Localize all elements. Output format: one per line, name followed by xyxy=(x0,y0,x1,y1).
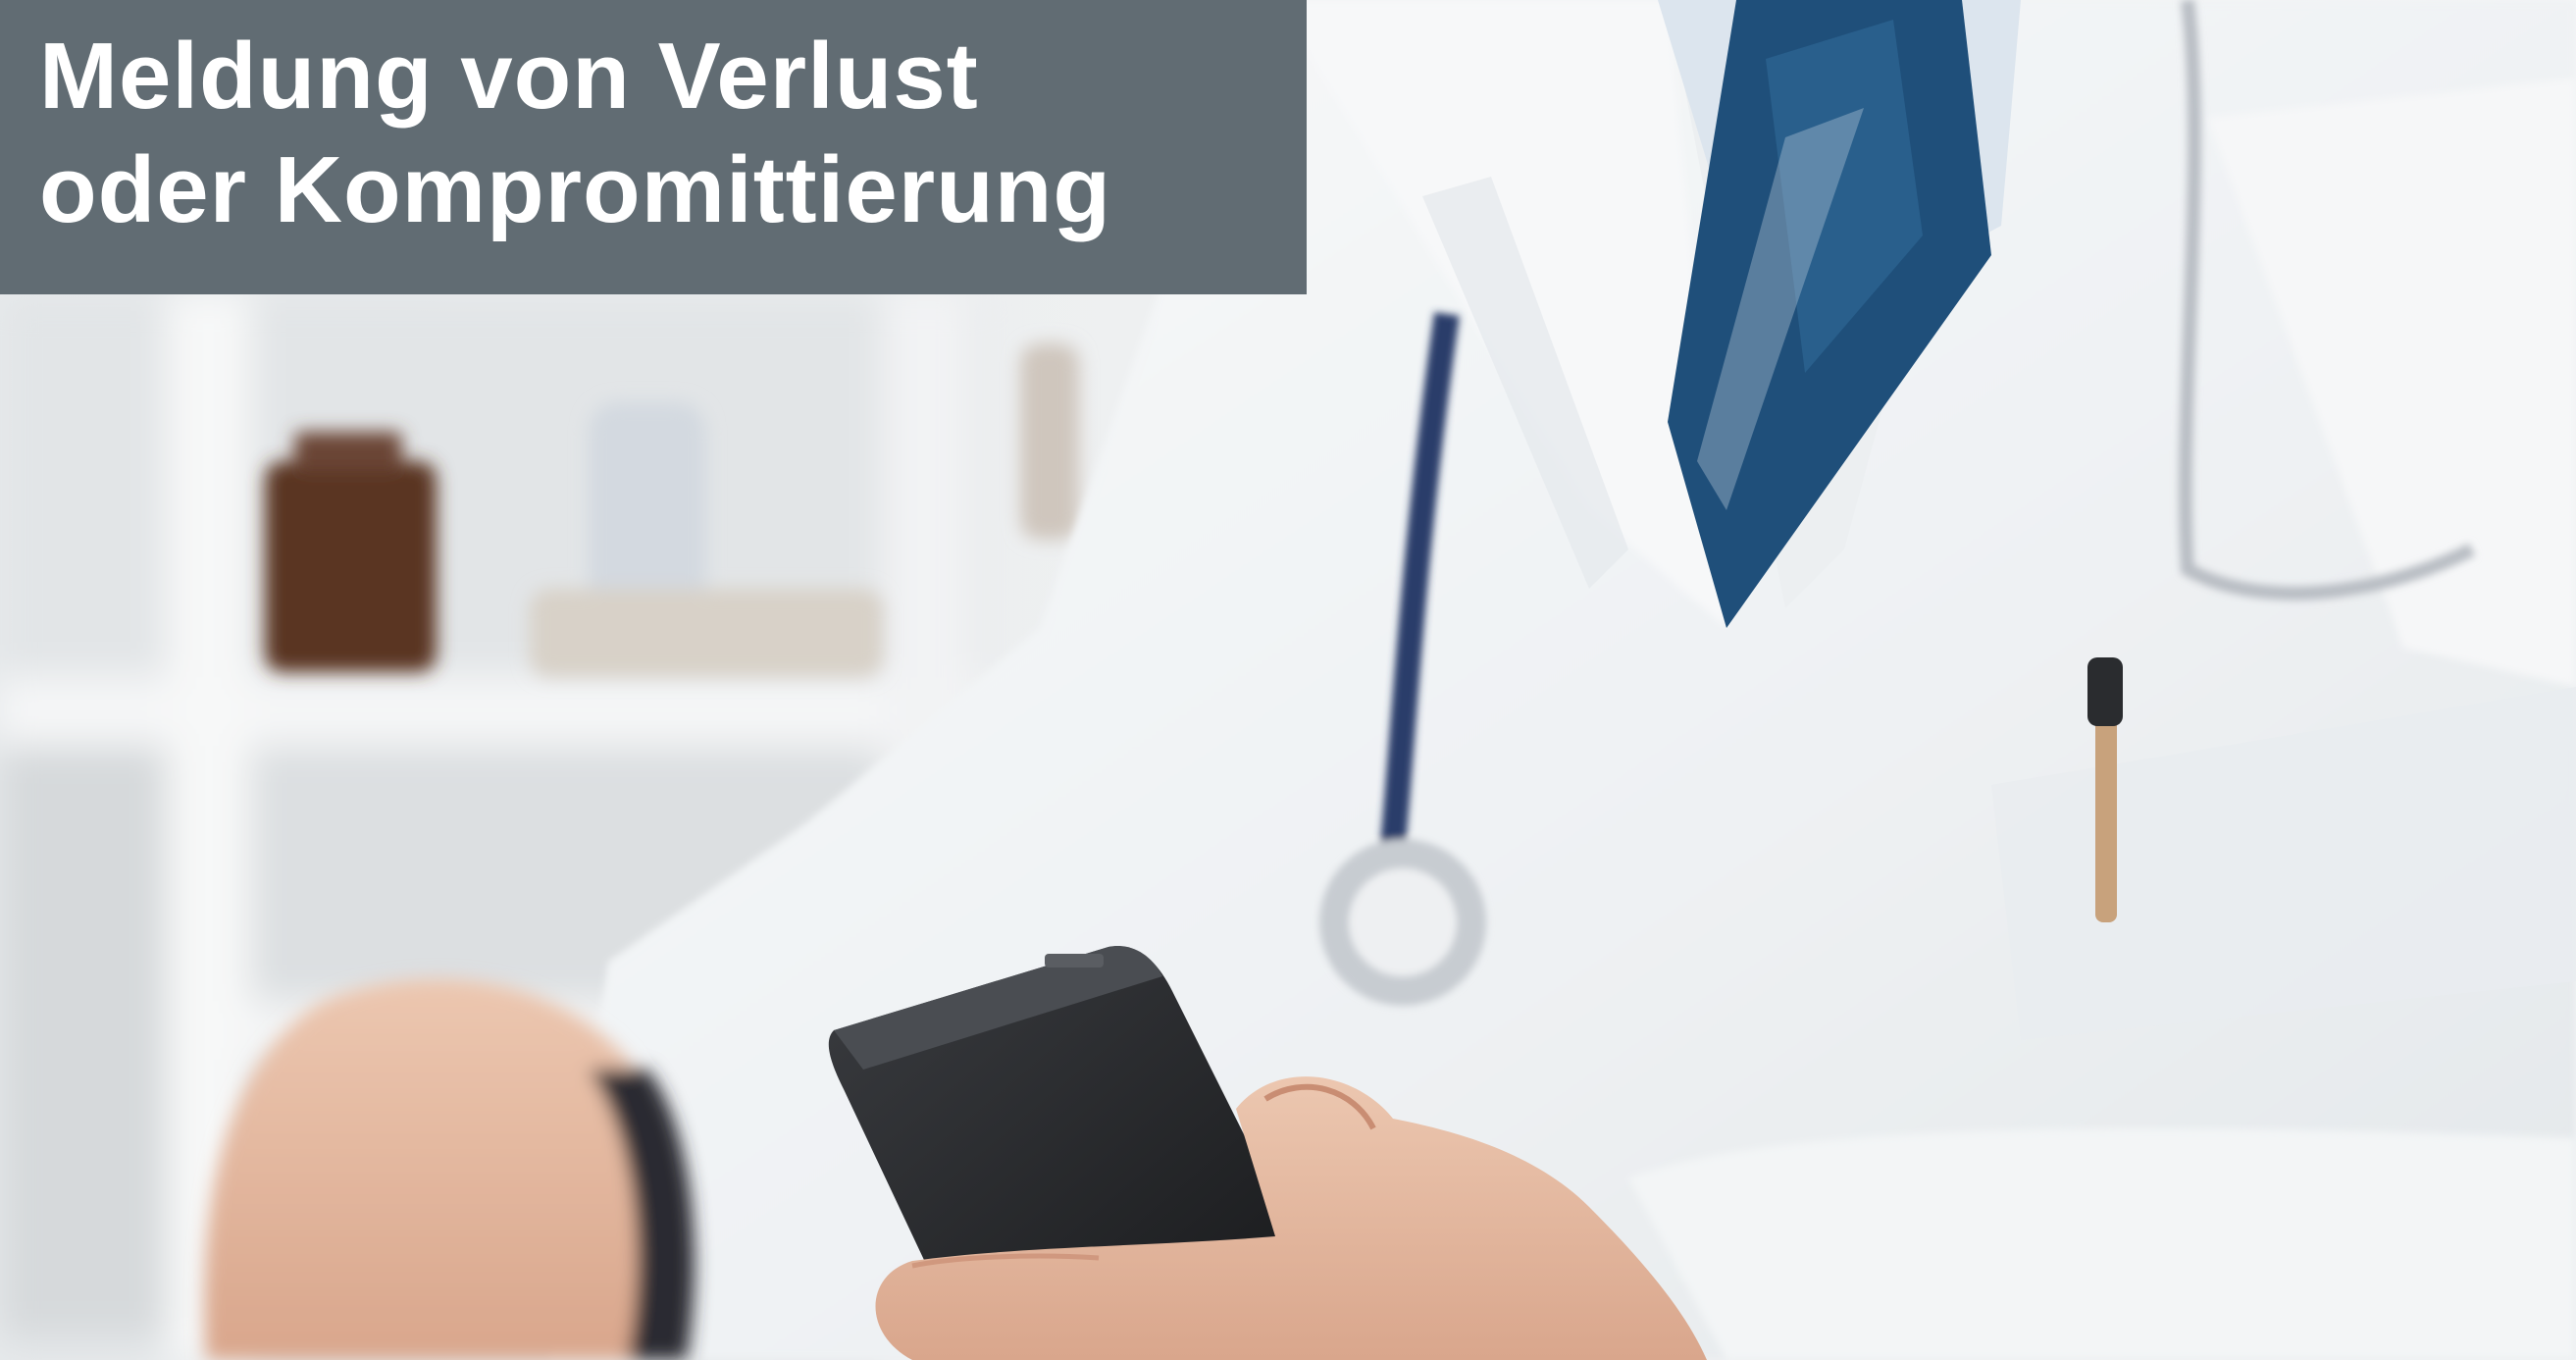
coat-sleeve xyxy=(1628,1128,2576,1360)
title-line-1: Meldung von Verlust xyxy=(39,24,979,129)
title-line-2: oder Kompromittierung xyxy=(39,137,1111,242)
title-banner: Meldung von Verlust oder Kompromittierun… xyxy=(0,0,1307,294)
